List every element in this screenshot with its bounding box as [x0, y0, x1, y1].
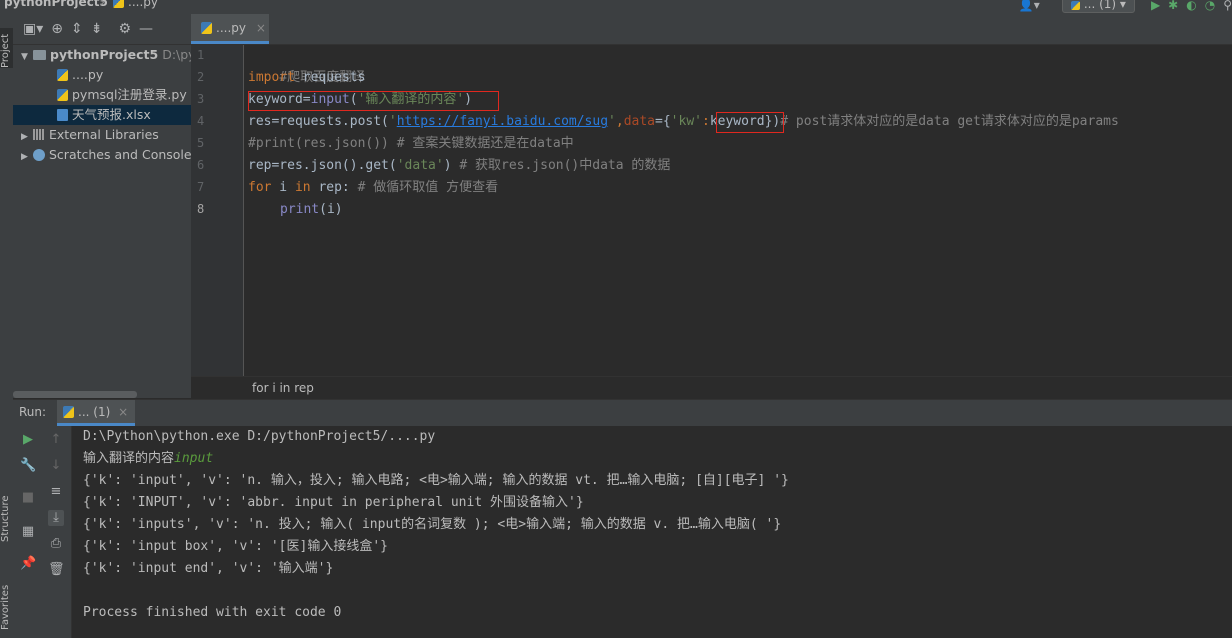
rerun-icon[interactable]: ▶	[20, 432, 36, 448]
trash-icon[interactable]: 🗑	[48, 562, 65, 578]
line-number: 8	[197, 202, 205, 216]
stop-icon[interactable]: ■	[20, 490, 36, 506]
run-label: Run:	[19, 405, 47, 419]
code-editor[interactable]: #爬取百度翻译 import requests keyword=input('输…	[244, 45, 1232, 399]
scratches-icon	[33, 149, 45, 161]
code-line-8: print(i)	[280, 202, 343, 217]
code-line-1: #爬取百度翻译	[279, 70, 366, 85]
locate-icon[interactable]: ⊕	[51, 21, 63, 37]
chevron-down-icon[interactable]: ▼	[21, 47, 33, 67]
line-number: 6	[197, 158, 205, 172]
code-line-5: #print(res.json()) # 查案关键数据还是在data中	[248, 136, 574, 151]
console-line-output: {'k': 'input', 'v': 'n. 输入，投入; 输入电路; <电>…	[83, 473, 789, 488]
layout-icon[interactable]: ▦	[20, 524, 36, 540]
view-select-icon[interactable]: ▣▾	[23, 21, 43, 37]
console-line-prompt: 输入翻译的内容input	[83, 451, 214, 466]
library-icon	[33, 129, 45, 140]
favorites-tool-tab[interactable]: Favorites	[0, 570, 13, 630]
left-tool-strip: Project Structure Favorites	[0, 14, 14, 638]
annotation-box-keyword-input	[248, 91, 499, 111]
line-number: 7	[197, 180, 205, 194]
user-icon[interactable]: 👤▾	[1019, 0, 1040, 12]
coverage-icon[interactable]: ◐	[1186, 0, 1196, 12]
console-line-output: {'k': 'input box', 'v': '[医]输入接线盒'}	[83, 539, 388, 554]
console-line-output: {'k': 'input end', 'v': '输入端'}	[83, 561, 334, 576]
console-line-cmd: D:\Python\python.exe D:/pythonProject5/.…	[83, 429, 436, 444]
python-icon	[63, 406, 74, 418]
chevron-right-icon[interactable]: ▶	[21, 127, 33, 147]
debug-icon[interactable]: ✱	[1168, 0, 1178, 12]
line-number: 1	[197, 48, 205, 62]
close-icon[interactable]: ×	[256, 21, 266, 35]
profile-icon[interactable]: ◔	[1205, 0, 1215, 12]
tree-file-weather[interactable]: 天气预报.xlsx	[13, 105, 191, 125]
tree-file-main[interactable]: ....py	[13, 65, 191, 85]
tree-file-pymsql[interactable]: pymsql注册登录.py	[13, 85, 191, 105]
chevron-right-icon[interactable]: ▶	[21, 147, 33, 167]
wrench-icon[interactable]: 🔧	[20, 458, 36, 474]
line-number: 4	[197, 114, 205, 128]
collapse-all-icon[interactable]: ⇟	[91, 21, 103, 37]
run-config-select[interactable]: ... (1) ▾	[1061, 0, 1135, 13]
line-number: 3	[197, 92, 205, 106]
python-file-icon	[57, 69, 68, 81]
code-line-2: import requests	[248, 70, 366, 85]
horizontal-scrollbar[interactable]	[13, 391, 137, 398]
python-file-icon	[201, 22, 212, 34]
folder-icon	[33, 50, 46, 60]
scroll-to-end-icon[interactable]: ⤓	[48, 510, 64, 526]
gear-icon[interactable]: ⚙	[118, 21, 131, 37]
breadcrumb-project[interactable]: pythonProject5	[4, 0, 108, 9]
run-toolbar: ▶ ↑ 🔧 ↓ ≡ ■ ⤓ ▦ ⎙ 📌 🗑	[13, 426, 72, 638]
annotation-box-keyword-var	[716, 112, 784, 133]
project-panel: ▣▾ ⊕ ⇕ ⇟ ⚙ — ▼pythonProject5 D:\pyt ....…	[13, 14, 191, 398]
print-icon[interactable]: ⎙	[48, 536, 64, 552]
run-tab[interactable]: ... (1) ×	[57, 400, 135, 426]
editor-tab-bar: ....py ×	[191, 14, 1232, 45]
soft-wrap-icon[interactable]: ≡	[48, 484, 64, 500]
title-toolbar: 👤▾ ... (1) ▾ ▶ ✱ ◐ ◔ ⚲	[1019, 0, 1232, 13]
arrow-up-icon[interactable]: ↑	[48, 432, 64, 448]
python-file-icon	[57, 89, 68, 101]
editor-tab-main[interactable]: ....py ×	[191, 14, 269, 44]
console-line-output: {'k': 'inputs', 'v': 'n. 投入; 输入( input的名…	[83, 517, 782, 532]
run-icon[interactable]: ▶	[1151, 0, 1160, 12]
structure-tool-tab[interactable]: Structure	[0, 482, 13, 542]
code-line-7: for i in rep: # 做循环取值 方便查看	[248, 180, 499, 195]
tree-external-libraries[interactable]: ▶ External Libraries	[13, 125, 191, 145]
editor-breadcrumb[interactable]: for i in rep	[191, 376, 1232, 399]
code-line-4: res=requests.post('https://fanyi.baidu.c…	[248, 114, 1119, 129]
close-icon[interactable]: ×	[118, 405, 128, 419]
breadcrumb-file[interactable]: ....py	[113, 0, 158, 9]
console-line-output: {'k': 'INPUT', 'v': 'abbr. input in peri…	[83, 495, 584, 510]
title-bar: pythonProject5 › ....py 👤▾ ... (1) ▾ ▶ ✱…	[0, 0, 1232, 14]
console-line-exit: Process finished with exit code 0	[83, 605, 342, 620]
line-number-gutter: 1 2 3 4 5 6 7 8	[191, 45, 244, 399]
spreadsheet-file-icon	[57, 109, 68, 121]
console-output[interactable]: D:\Python\python.exe D:/pythonProject5/.…	[72, 426, 1232, 638]
python-icon	[1070, 1, 1080, 10]
expand-all-icon[interactable]: ⇕	[71, 21, 83, 37]
run-panel-header: Run: ... (1) ×	[13, 399, 1232, 427]
hide-icon[interactable]: —	[139, 21, 153, 37]
arrow-down-icon[interactable]: ↓	[48, 458, 64, 474]
project-toolbar: ▣▾ ⊕ ⇕ ⇟ ⚙ —	[13, 14, 191, 45]
line-number: 2	[197, 70, 205, 84]
line-number: 5	[197, 136, 205, 150]
code-line-6: rep=res.json().get('data') # 获取res.json(…	[248, 158, 671, 173]
python-file-icon	[113, 0, 124, 8]
search-icon[interactable]: ⚲	[1223, 0, 1232, 12]
breadcrumb-separator: ›	[100, 0, 105, 9]
pin-icon[interactable]: 📌	[20, 556, 36, 572]
tree-scratches[interactable]: ▶ Scratches and Consoles	[13, 145, 191, 165]
project-tool-tab[interactable]: Project	[0, 28, 13, 68]
tree-root[interactable]: ▼pythonProject5 D:\pyt	[13, 45, 191, 65]
